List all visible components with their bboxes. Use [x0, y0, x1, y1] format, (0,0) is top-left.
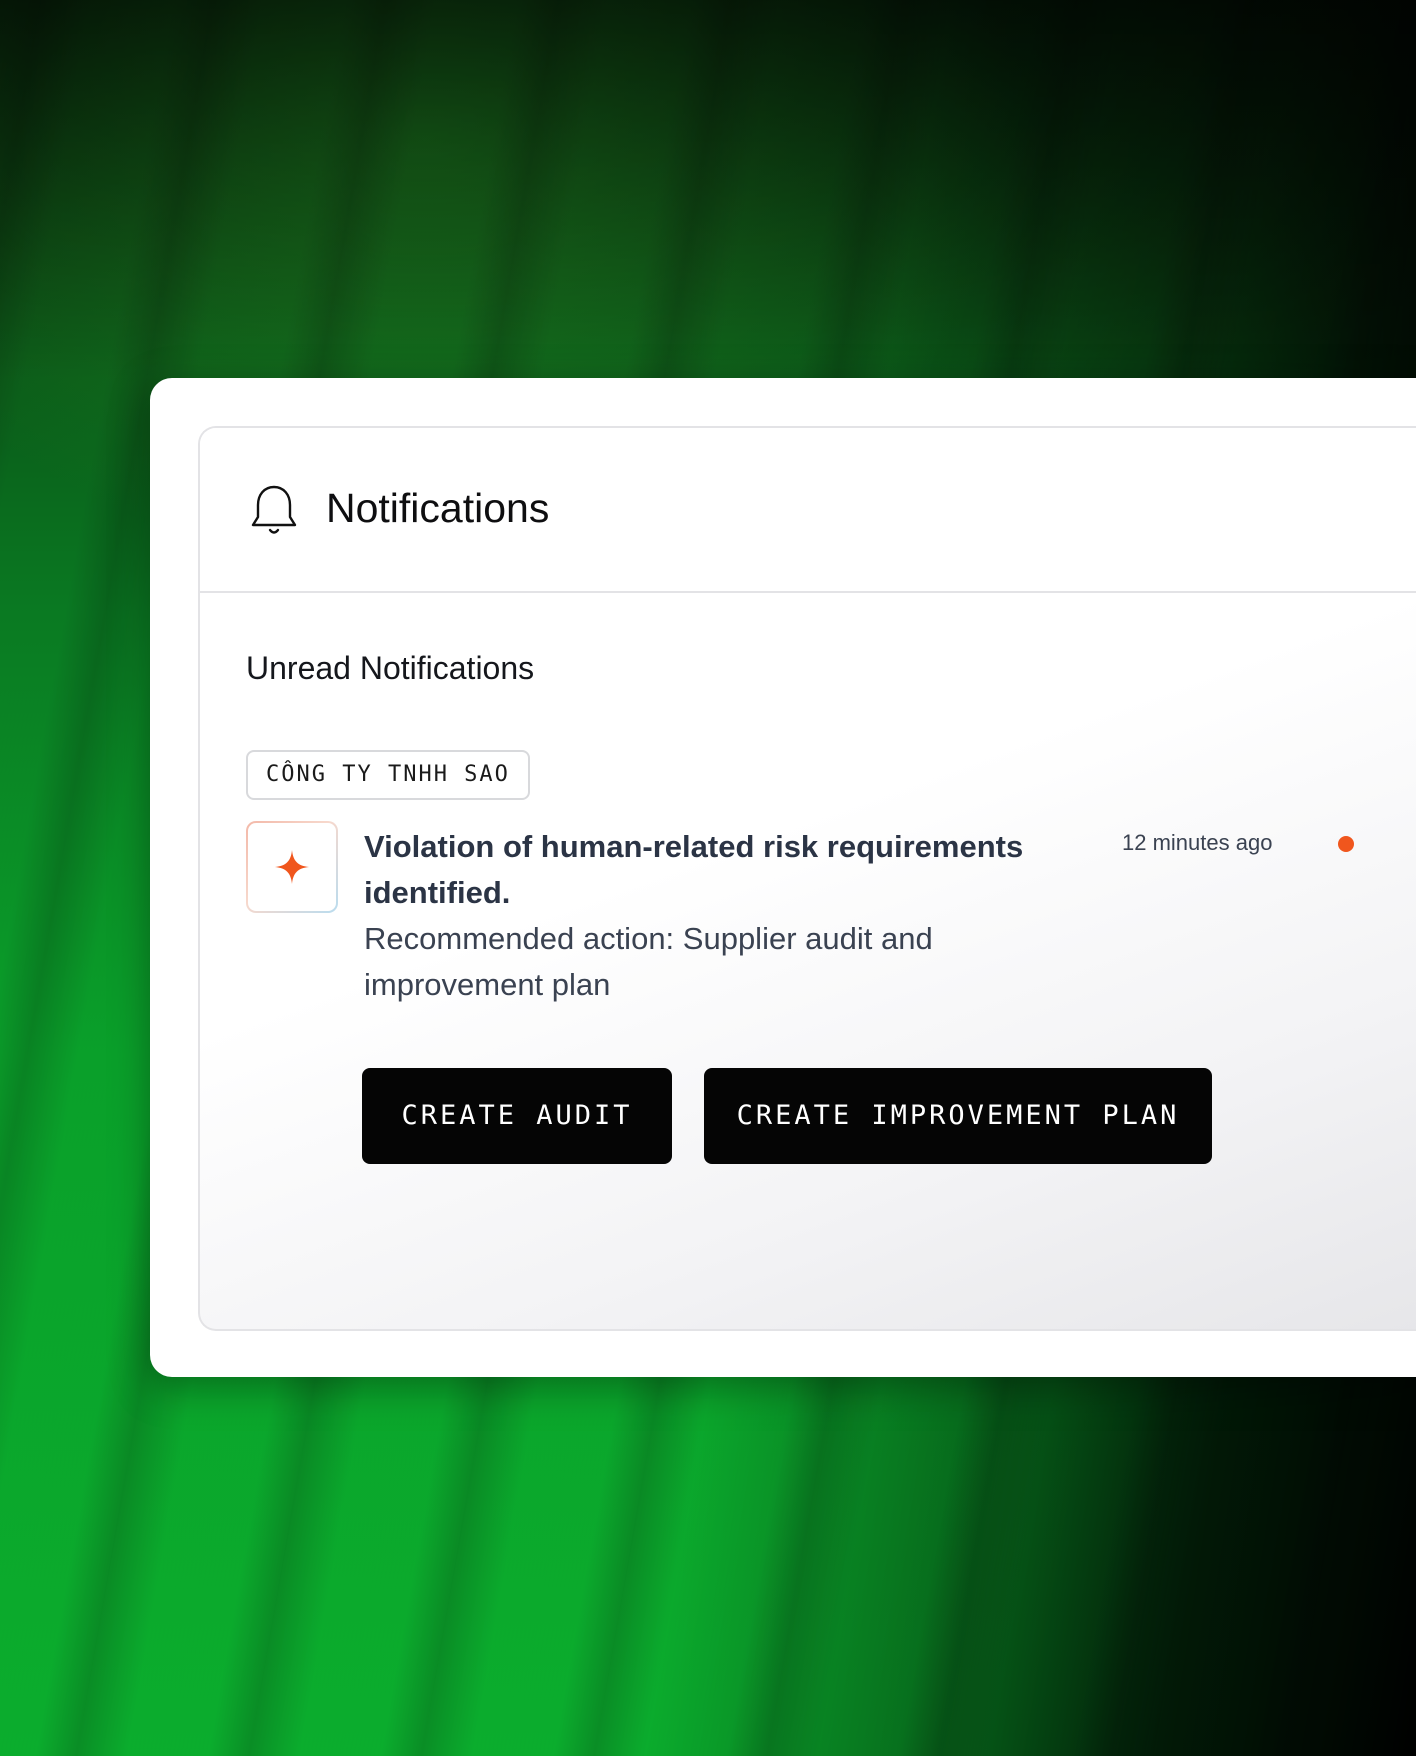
notifications-panel: Notifications Unread Notifications CÔNG …	[198, 426, 1416, 1331]
company-tag: CÔNG TY TNHH SAO	[246, 750, 530, 800]
page-title: Notifications	[326, 485, 550, 531]
create-improvement-plan-button[interactable]: CREATE IMPROVEMENT PLAN	[704, 1068, 1212, 1164]
sparkle-icon	[273, 848, 311, 886]
notification-timestamp: 12 minutes ago	[1122, 830, 1273, 855]
unread-indicator	[1338, 836, 1354, 852]
bell-icon[interactable]	[250, 483, 298, 537]
notifications-card: Notifications Unread Notifications CÔNG …	[150, 378, 1416, 1377]
background-shade	[0, 0, 1416, 380]
notification-description: Recommended action: Supplier audit and i…	[364, 921, 933, 1002]
create-audit-button[interactable]: CREATE AUDIT	[362, 1068, 672, 1164]
section-title: Unread Notifications	[246, 650, 535, 686]
panel-header: Notifications	[200, 428, 1416, 593]
notification-icon-box	[246, 821, 338, 913]
notification-title: Violation of human-related risk requirem…	[364, 829, 1024, 910]
